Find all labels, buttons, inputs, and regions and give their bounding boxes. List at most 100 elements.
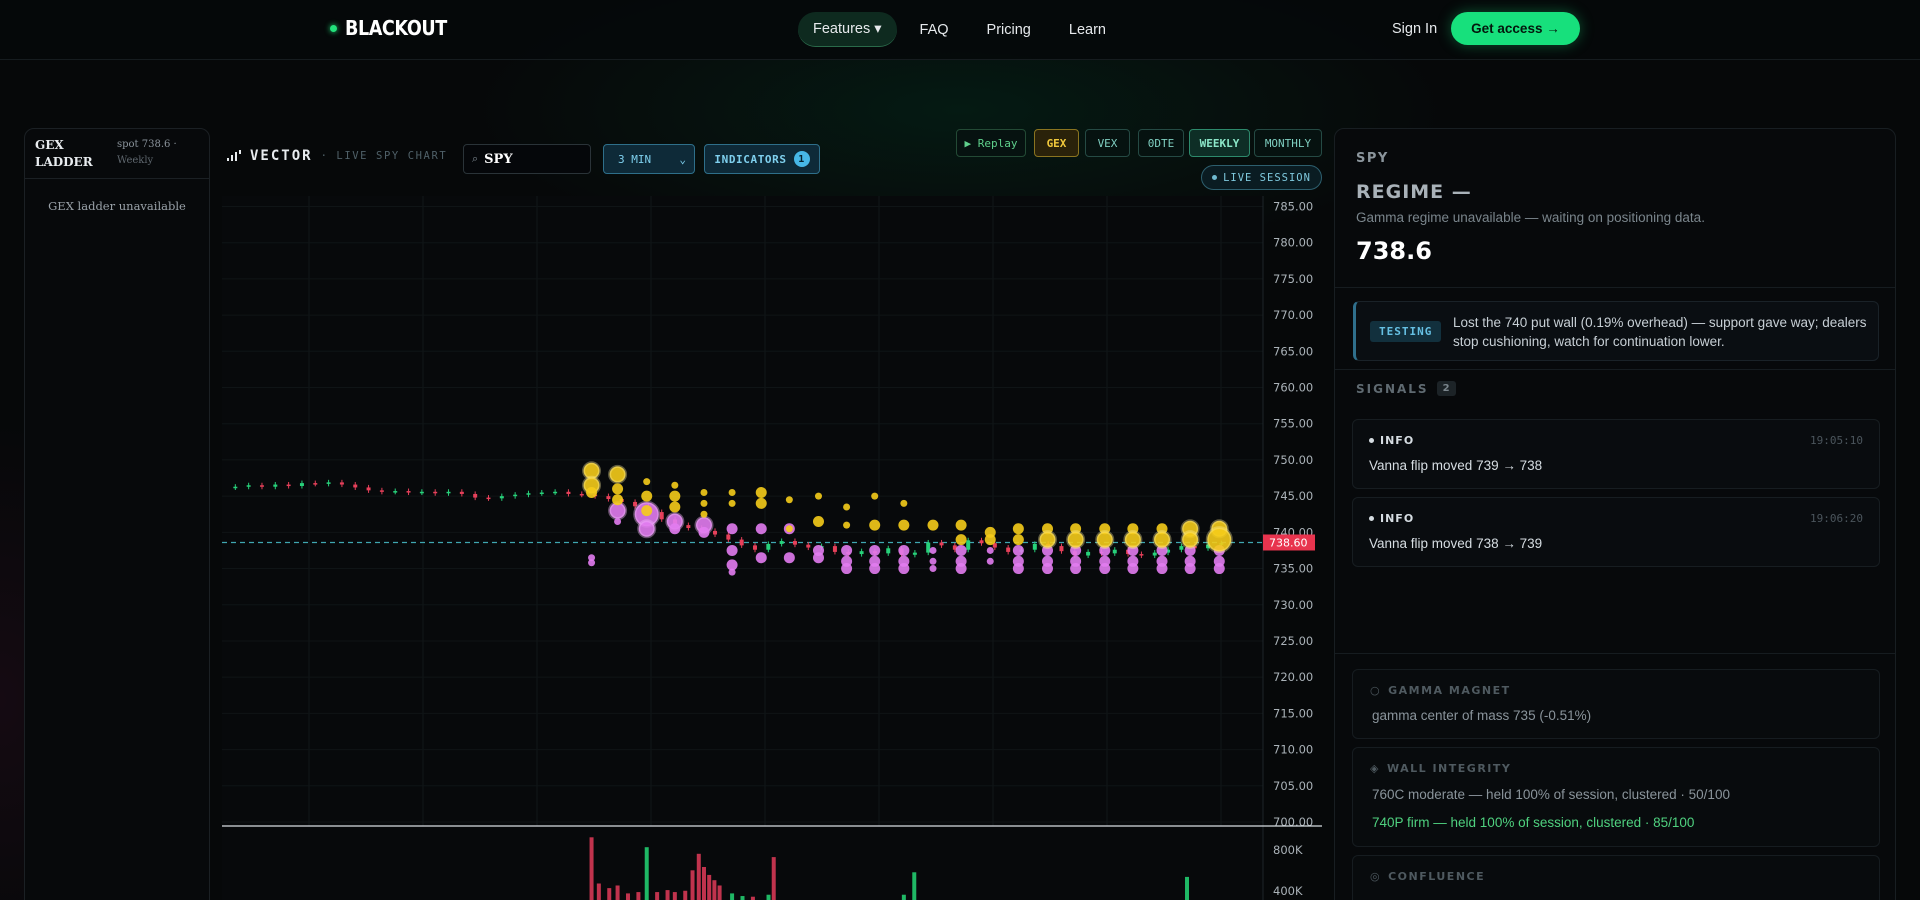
gex-bubble — [871, 492, 879, 500]
get-access-button[interactable]: Get access → — [1451, 12, 1580, 45]
volume-bar — [1185, 876, 1190, 900]
gex-bubble — [700, 499, 708, 507]
volume-bar — [730, 893, 735, 900]
candle-body — [233, 486, 238, 489]
gex-bubble — [927, 519, 939, 531]
signal-level: INFO — [1369, 512, 1414, 525]
volume-bar — [655, 892, 660, 900]
ticker-input[interactable]: ⌕ SPY — [463, 144, 591, 174]
signal-card[interactable]: INFO 19:06:20 Vanna flip moved 738 → 739 — [1352, 497, 1880, 567]
volume-bar — [644, 847, 649, 900]
toggle-monthly[interactable]: MONTHLY — [1254, 129, 1322, 157]
y-tick-label: 725.00 — [1273, 634, 1313, 648]
volume-bar — [712, 880, 717, 900]
volume-bar — [771, 857, 776, 900]
gex-bubble — [641, 490, 653, 502]
gex-bubble — [586, 487, 598, 499]
gex-bubble — [843, 503, 851, 511]
toggle-weekly[interactable]: WEEKLY — [1189, 129, 1250, 157]
candle-body — [419, 491, 424, 494]
vex-bubble — [869, 544, 881, 556]
gex-bubble — [643, 478, 651, 486]
logo-dot-icon — [330, 24, 337, 32]
volume-bar — [636, 892, 641, 900]
gex-ladder-period: Weekly — [117, 155, 154, 166]
candle-body — [339, 482, 344, 485]
toggle-vex[interactable]: VEX — [1085, 129, 1130, 157]
interval-select[interactable]: 3 MIN ⌄ — [603, 144, 695, 174]
nav-link-learn[interactable]: Learn — [1054, 13, 1121, 47]
candle-body — [1006, 547, 1011, 552]
gamma-magnet-label: GAMMA MAGNET — [1388, 684, 1511, 697]
divider — [1335, 653, 1895, 654]
toggle-0dte[interactable]: 0DTE — [1138, 129, 1184, 157]
regime-subtitle: Gamma regime unavailable — waiting on po… — [1356, 210, 1705, 225]
vex-bubble — [929, 565, 937, 573]
gex-ladder-empty-message: GEX ladder unavailable — [48, 199, 186, 213]
chart-brand: VECTOR · LIVE SPY CHART — [226, 148, 447, 164]
price-chart[interactable]: 785.00 780.00 775.00 770.00 765.00 760.00 755.… — [222, 196, 1322, 900]
gex-ladder-meta: spot 738.6 · Weekly — [117, 137, 177, 170]
testing-text: Lost the 740 put wall (0.19% overhead) —… — [1453, 315, 1867, 349]
current-price-label: 738.60 — [1269, 536, 1308, 549]
signal-level-label: INFO — [1380, 512, 1415, 525]
candle-body — [473, 493, 478, 498]
candle-body — [912, 552, 917, 555]
volume-bar — [901, 894, 906, 900]
replay-button[interactable]: ▶ Replay — [956, 129, 1026, 157]
candle-body — [246, 485, 251, 487]
brand-logo[interactable]: BLACKOUT — [330, 16, 461, 40]
spot-price: 738.6 — [1356, 237, 1432, 265]
candle-body — [299, 483, 304, 486]
vex-bubble — [955, 563, 967, 575]
nav-link-pricing[interactable]: Pricing — [972, 13, 1046, 47]
candle-body — [1112, 549, 1117, 554]
candle-body — [686, 525, 691, 528]
nav-link-features[interactable]: Features ▾ — [798, 12, 897, 47]
gex-bubble — [608, 464, 628, 484]
signals-label: SIGNALS — [1356, 381, 1429, 396]
confluence-title: ◎ CONFLUENCE — [1370, 870, 1485, 883]
toggle-gex[interactable]: GEX — [1034, 129, 1079, 157]
candle-body — [792, 541, 797, 545]
signal-card[interactable]: INFO 19:05:10 Vanna flip moved 739 → 738 — [1352, 419, 1880, 489]
gex-bubble — [812, 515, 824, 527]
regime-title: REGIME — — [1356, 181, 1472, 203]
target-icon: ◎ — [1370, 870, 1382, 883]
vex-bubble — [898, 563, 910, 575]
y-tick-label: 785.00 — [1273, 199, 1313, 213]
candle-body — [886, 548, 891, 554]
vex-bubble — [1042, 563, 1054, 575]
gex-bubble — [669, 501, 681, 513]
nav-links: Features ▾ FAQ Pricing Learn — [798, 12, 1121, 47]
volume-bar — [740, 896, 745, 900]
candle-body — [499, 496, 504, 499]
vex-bubble — [1156, 563, 1168, 575]
vex-bubble — [869, 563, 881, 575]
indicators-button[interactable]: INDICATORS 1 — [704, 144, 820, 174]
candle-body — [832, 546, 837, 552]
candle-body — [606, 496, 611, 500]
sign-in-link[interactable]: Sign In — [1392, 21, 1437, 37]
y-tick-label: 705.00 — [1273, 779, 1313, 793]
gex-bubble — [1066, 530, 1086, 550]
candle-body — [433, 491, 438, 494]
gex-bubble — [955, 519, 967, 531]
vex-bubble — [929, 557, 937, 565]
regime-panel: SPY REGIME — Gamma regime unavailable — … — [1334, 128, 1896, 900]
y-tick-label: 750.00 — [1273, 453, 1313, 467]
vex-bubble — [669, 523, 681, 535]
candle-body — [273, 484, 278, 487]
candle-body — [259, 485, 264, 487]
nav-link-faq[interactable]: FAQ — [905, 13, 964, 47]
gex-bubble — [755, 487, 767, 499]
gex-bubble — [612, 494, 624, 506]
gex-bubble — [612, 483, 624, 495]
candle-body — [979, 540, 984, 544]
nav-actions: Sign In Get access → — [1392, 12, 1580, 45]
vex-bubble — [726, 544, 738, 556]
y-tick-label: 730.00 — [1273, 598, 1313, 612]
vex-bubble — [698, 526, 710, 538]
candle-body — [579, 493, 584, 496]
signals-count: 2 — [1436, 381, 1456, 396]
